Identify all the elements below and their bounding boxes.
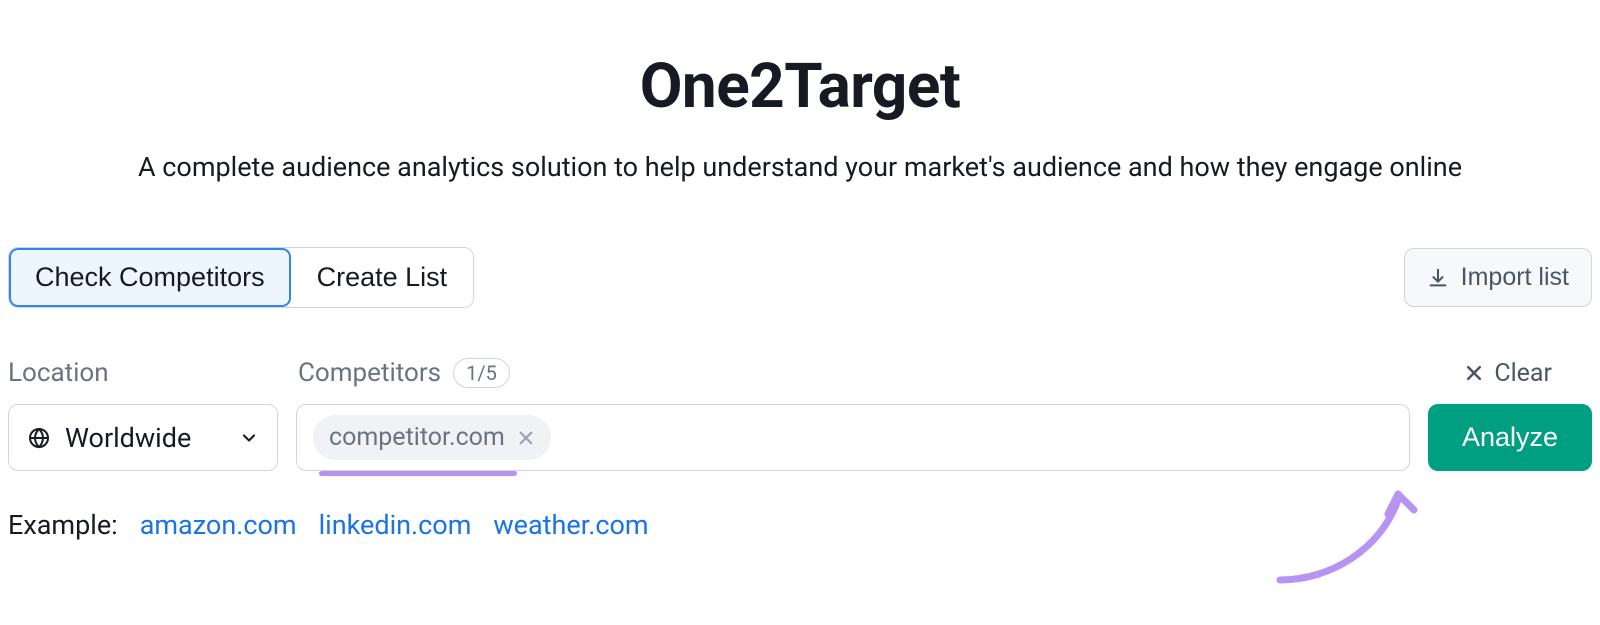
import-list-label: Import list [1461, 263, 1569, 292]
clear-button[interactable]: Clear [1464, 359, 1552, 388]
inputs-row: Worldwide competitor.com Analyze [0, 404, 1600, 471]
competitor-chip: competitor.com [313, 415, 551, 460]
chip-remove-icon[interactable] [517, 429, 535, 447]
example-link-linkedin[interactable]: linkedin.com [319, 509, 472, 541]
example-link-amazon[interactable]: amazon.com [140, 509, 297, 541]
competitors-label-wrap: Competitors 1/5 [298, 358, 1464, 388]
examples-row: Example: amazon.com linkedin.com weather… [0, 509, 1600, 541]
page-title: One2Target [0, 50, 1600, 123]
competitors-input[interactable]: competitor.com [296, 404, 1410, 471]
competitors-count-pill: 1/5 [453, 358, 510, 388]
toolbar: Check Competitors Create List Import lis… [0, 247, 1600, 308]
annotation-underline [319, 471, 517, 476]
tab-create-list[interactable]: Create List [291, 248, 474, 307]
competitors-label: Competitors [298, 358, 441, 388]
tab-check-competitors[interactable]: Check Competitors [9, 248, 291, 307]
field-labels-row: Location Competitors 1/5 Clear [0, 358, 1600, 388]
location-label: Location [8, 358, 298, 388]
example-link-weather[interactable]: weather.com [493, 509, 648, 541]
page-subtitle: A complete audience analytics solution t… [0, 151, 1600, 183]
close-icon [1464, 363, 1484, 383]
analyze-button[interactable]: Analyze [1428, 404, 1592, 471]
globe-icon [27, 426, 51, 450]
location-select[interactable]: Worldwide [8, 404, 278, 471]
chevron-down-icon [239, 428, 259, 448]
competitor-chip-text: competitor.com [329, 423, 505, 452]
segment-control: Check Competitors Create List [8, 247, 474, 308]
clear-label: Clear [1494, 359, 1552, 388]
location-value: Worldwide [65, 422, 225, 454]
import-list-button[interactable]: Import list [1404, 248, 1592, 307]
examples-label: Example: [8, 509, 118, 541]
download-icon [1427, 267, 1449, 289]
